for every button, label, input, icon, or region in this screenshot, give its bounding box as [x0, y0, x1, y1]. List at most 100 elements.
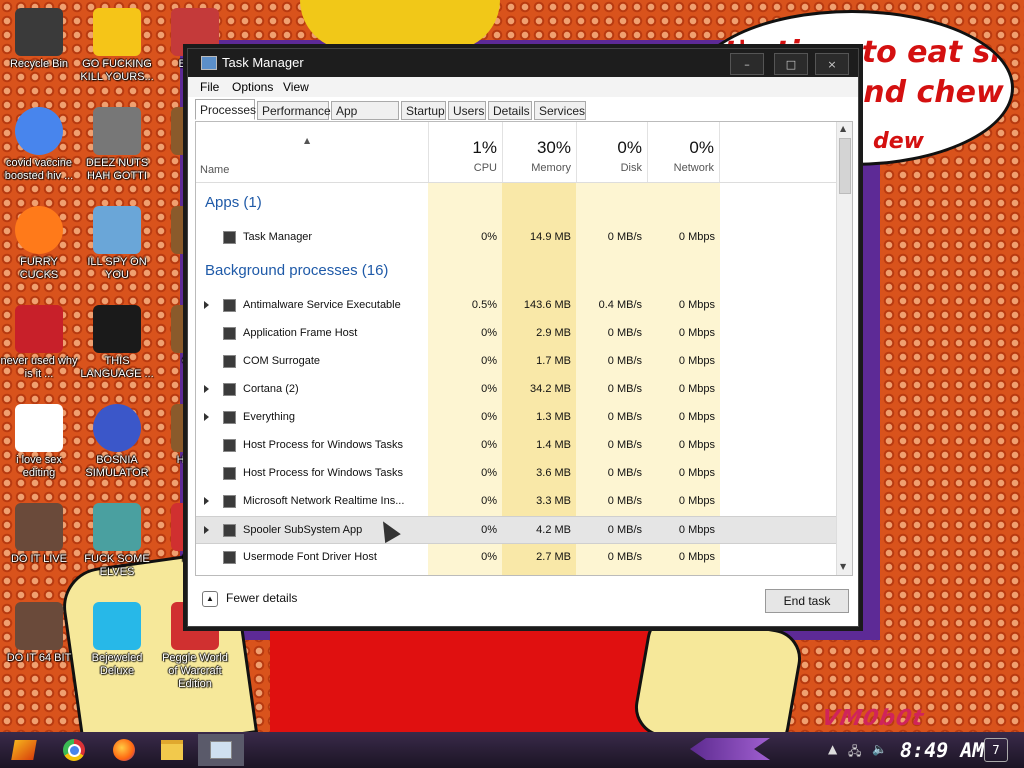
desktop-icon-label: BOSNIA SIMULATOR — [85, 454, 149, 479]
tab-app-history[interactable]: App history — [331, 101, 399, 137]
memory-total: 30% — [536, 138, 571, 157]
clock[interactable]: 8:49 AM — [898, 738, 987, 762]
expand-arrow-icon[interactable] — [204, 526, 209, 534]
desktop-icon-label: never used why is it ... — [0, 355, 78, 380]
recycle-bin-icon — [15, 8, 63, 56]
name-column-header[interactable]: Name — [200, 164, 229, 176]
de-app-icon — [93, 8, 141, 56]
minimize-button[interactable]: – — [730, 53, 764, 75]
tab-details[interactable]: Details — [488, 101, 532, 120]
table-row[interactable]: Spooler SubSystem App 0% 4.2 MB 0 MB/s 0 Mbp… — [196, 516, 836, 544]
desktop-icon[interactable]: Bejeweled Deluxe — [78, 602, 156, 678]
title-bar[interactable]: Task Manager – □ × — [188, 49, 858, 77]
task-manager-taskbar-button[interactable] — [198, 734, 244, 766]
cpu-label: CPU — [473, 162, 497, 174]
desktop-icon[interactable]: covid vaccine boosted hiv ... — [0, 107, 78, 183]
tab-processes[interactable]: Processes — [195, 99, 256, 120]
fewer-details-button[interactable]: ▲ Fewer details — [202, 591, 297, 607]
desktop-icon[interactable]: GO FUCKING KILL YOURS... — [78, 8, 156, 84]
tray-chevron-icon[interactable]: ▲ — [828, 742, 837, 756]
desktop-icon[interactable]: DO IT 64 BIT — [0, 602, 78, 665]
table-row[interactable]: Usermode Font Driver Host 0% 2.7 MB 0 MB/s 0… — [196, 544, 836, 572]
portrait-64-icon — [15, 602, 63, 650]
chrome-icon[interactable] — [60, 736, 88, 764]
desktop-icon[interactable]: BOSNIA SIMULATOR — [78, 404, 156, 480]
close-button[interactable]: × — [815, 53, 849, 75]
table-row[interactable]: Everything 0% 1.3 MB 0 MB/s 0 Mbps — [196, 404, 836, 432]
desktop-icon-label: Bejeweled Deluxe — [91, 652, 143, 677]
footer: ▲ Fewer details End task — [188, 579, 858, 625]
expand-arrow-icon[interactable] — [204, 413, 209, 421]
desktop-icon[interactable]: DO IT LIVE — [0, 503, 78, 566]
maximize-button[interactable]: □ — [774, 53, 808, 75]
memory-column-header[interactable]: 30% Memory — [502, 122, 576, 182]
process-mem-value: 3.6 MB — [536, 467, 571, 479]
process-disk-value: 0 MB/s — [607, 355, 642, 367]
notification-center-icon[interactable]: 7 — [984, 738, 1008, 762]
process-name: Host Process for Windows Tasks — [243, 439, 403, 451]
tab-services[interactable]: Services — [534, 101, 586, 120]
firefox-icon[interactable] — [110, 736, 138, 764]
scroll-down-icon[interactable]: ▼ — [840, 562, 846, 571]
memory-label: Memory — [531, 162, 571, 174]
process-icon — [223, 495, 236, 508]
desktop-icon[interactable]: never used why is it ... — [0, 305, 78, 381]
desktop-icon-label: DO IT LIVE — [10, 553, 68, 565]
table-row[interactable]: Application Frame Host 0% 2.9 MB 0 MB/s 0 Mb… — [196, 320, 836, 348]
desktop-icon[interactable]: DEEZ NUTS HAH GOTTI — [78, 107, 156, 183]
desktop-icon[interactable]: FUCK SOME ELVES — [78, 503, 156, 579]
table-row[interactable]: COM Surrogate 0% 1.7 MB 0 MB/s 0 Mbps — [196, 348, 836, 376]
fewer-details-label: Fewer details — [226, 591, 298, 606]
table-row[interactable]: Host Process for Windows Tasks 0% 1.4 MB 0 … — [196, 432, 836, 460]
menu-view[interactable]: View — [283, 80, 309, 94]
watermark: VM0b0t — [819, 706, 927, 731]
expand-arrow-icon[interactable] — [204, 385, 209, 393]
desktop-icon-label: covid vaccine boosted hiv ... — [4, 157, 74, 182]
desktop-icon[interactable]: i love sex editing — [0, 404, 78, 480]
tab-startup[interactable]: Startup — [401, 101, 446, 120]
volume-icon[interactable]: 🔈 — [872, 742, 887, 756]
gem-icon — [93, 602, 141, 650]
desktop-icon-label: FURRY CUCKS — [19, 256, 59, 281]
process-net-value: 0 Mbps — [678, 551, 715, 563]
desktop-icon-label: THIS LANGUAGE ... — [80, 355, 154, 380]
desktop-icon[interactable]: ILL SPY ON YOU — [78, 206, 156, 282]
network-column-header[interactable]: 0% Network — [647, 122, 720, 182]
cpu-column-header[interactable]: 1% CPU — [428, 122, 502, 182]
menu-options[interactable]: Options — [232, 80, 273, 94]
end-task-button[interactable]: End task — [765, 589, 849, 613]
tab-performance[interactable]: Performance — [257, 101, 331, 120]
network-icon[interactable]: 🖧 — [848, 742, 861, 763]
santa-icon — [93, 503, 141, 551]
disk-column-header[interactable]: 0% Disk — [576, 122, 647, 182]
expand-arrow-icon[interactable] — [204, 301, 209, 309]
process-cpu-value: 0% — [481, 411, 497, 423]
printer-icon — [223, 524, 236, 537]
process-disk-value: 0 MB/s — [607, 327, 642, 339]
tab-users[interactable]: Users — [448, 101, 486, 120]
desktop-icon[interactable]: THIS LANGUAGE ... — [78, 305, 156, 381]
process-net-value: 0 Mbps — [678, 524, 715, 536]
table-row[interactable]: Cortana (2) 0% 34.2 MB 0 MB/s 0 Mbps — [196, 376, 836, 404]
process-cpu-value: 0% — [481, 495, 497, 507]
firefox-icon — [15, 206, 63, 254]
chrome-icon — [15, 107, 63, 155]
taskbar: ▲ 🖧 🔈 8:49 AM 7 — [0, 732, 1024, 768]
process-net-value: 0 Mbps — [678, 383, 715, 395]
scroll-up-icon[interactable]: ▲ — [840, 124, 846, 133]
sort-arrow-icon[interactable]: ▲ — [304, 136, 310, 145]
expand-arrow-icon[interactable] — [204, 497, 209, 505]
vertical-scrollbar[interactable]: ▲ ▼ — [836, 122, 852, 575]
desktop-icon[interactable]: FURRY CUCKS — [0, 206, 78, 282]
window-title: Task Manager — [222, 55, 304, 70]
start-icon[interactable] — [10, 736, 38, 764]
desktop-icon[interactable]: Recycle Bin — [0, 8, 78, 71]
table-row[interactable]: Host Process for Windows Tasks 0% 3.6 MB 0 … — [196, 460, 836, 488]
table-row[interactable]: Microsoft Network Realtime Ins... 0% 3.3 M… — [196, 488, 836, 516]
menu-file[interactable]: File — [200, 80, 219, 94]
scroll-thumb[interactable] — [839, 138, 851, 194]
file-explorer-icon[interactable] — [158, 736, 186, 764]
table-header: ▲ Name 1% CPU 30% Memory 0% Disk 0% Netw… — [196, 122, 836, 183]
table-row[interactable]: Task Manager 0% 14.9 MB 0 MB/s 0 Mbps — [196, 224, 836, 252]
table-row[interactable]: Antimalware Service Executable 0.5% 143.6 … — [196, 292, 836, 320]
